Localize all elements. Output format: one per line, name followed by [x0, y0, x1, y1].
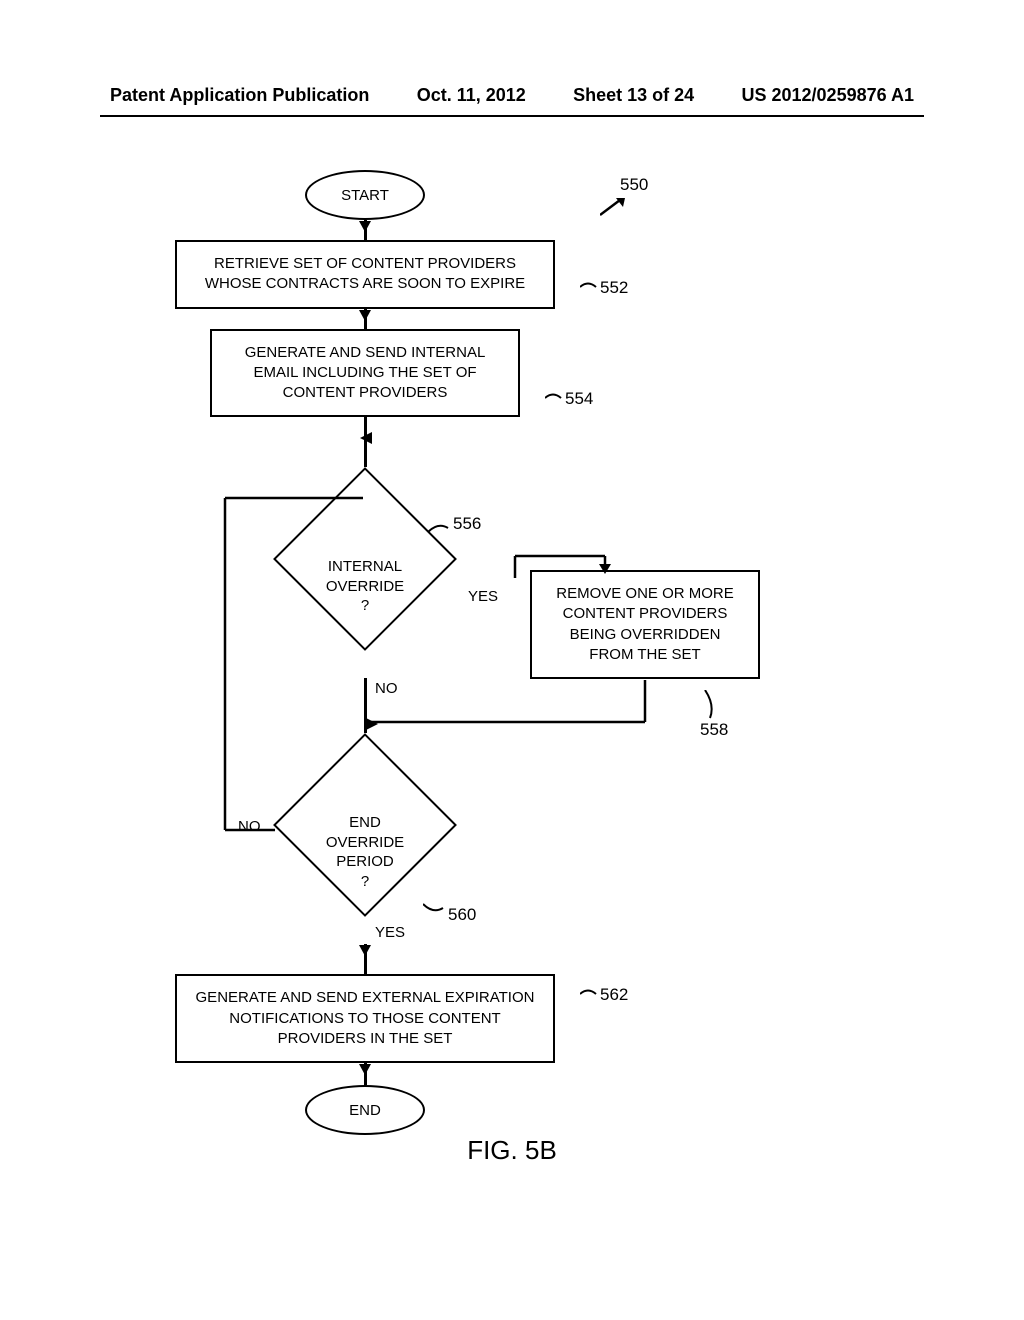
- process-558: REMOVE ONE OR MORE CONTENT PROVIDERS BEI…: [530, 570, 760, 679]
- header-rule: [100, 115, 924, 117]
- connector: [364, 220, 367, 240]
- process-562-text: GENERATE AND SEND EXTERNAL EXPIRATION NO…: [196, 989, 535, 1047]
- edge-556-yes: YES: [468, 588, 498, 605]
- connector: [364, 944, 367, 974]
- edge-560-no-loop: [215, 490, 370, 835]
- ref-560: 560: [448, 905, 476, 925]
- figure-caption-text: FIG. 5B: [467, 1135, 557, 1165]
- connector: [364, 309, 367, 329]
- start-terminator: START: [305, 170, 425, 220]
- ref-556: 556: [453, 514, 481, 534]
- process-552: RETRIEVE SET OF CONTENT PROVIDERS WHOSE …: [175, 240, 555, 309]
- end-terminator: END: [305, 1085, 425, 1135]
- merge-arrow: [360, 432, 372, 446]
- ref-558: 558: [700, 720, 728, 740]
- ref-558-leader: [700, 690, 720, 720]
- ref-560-tick: [423, 900, 445, 916]
- publication-type: Patent Application Publication: [110, 85, 369, 106]
- connector: [364, 1063, 367, 1085]
- ref-552-tick: [580, 280, 598, 294]
- publication-date: Oct. 11, 2012: [417, 85, 526, 106]
- process-558-text: REMOVE ONE OR MORE CONTENT PROVIDERS BEI…: [556, 585, 734, 663]
- ref-562-tick: [580, 987, 598, 1001]
- publication-number: US 2012/0259876 A1: [742, 85, 914, 106]
- process-554: GENERATE AND SEND INTERNAL EMAIL INCLUDI…: [210, 329, 520, 418]
- process-554-text: GENERATE AND SEND INTERNAL EMAIL INCLUDI…: [245, 344, 486, 402]
- ref-550: 550: [620, 175, 648, 195]
- figure-caption: FIG. 5B: [0, 1135, 1024, 1166]
- ref-554: 554: [565, 389, 593, 409]
- page-header: Patent Application Publication Oct. 11, …: [110, 85, 914, 106]
- ref-562: 562: [600, 985, 628, 1005]
- start-label: START: [341, 187, 389, 204]
- ref-552: 552: [600, 278, 628, 298]
- end-label: END: [349, 1102, 381, 1119]
- sheet-number: Sheet 13 of 24: [573, 85, 694, 106]
- edge-560-yes: YES: [375, 924, 405, 941]
- edge-558-to-merge: [366, 680, 656, 730]
- edge-556-to-558: [455, 548, 655, 578]
- ref-554-tick: [545, 391, 563, 405]
- ref-550-leader: [600, 198, 630, 216]
- ref-556-tick: [428, 522, 450, 536]
- process-562: GENERATE AND SEND EXTERNAL EXPIRATION NO…: [175, 974, 555, 1063]
- process-552-text: RETRIEVE SET OF CONTENT PROVIDERS WHOSE …: [205, 255, 525, 292]
